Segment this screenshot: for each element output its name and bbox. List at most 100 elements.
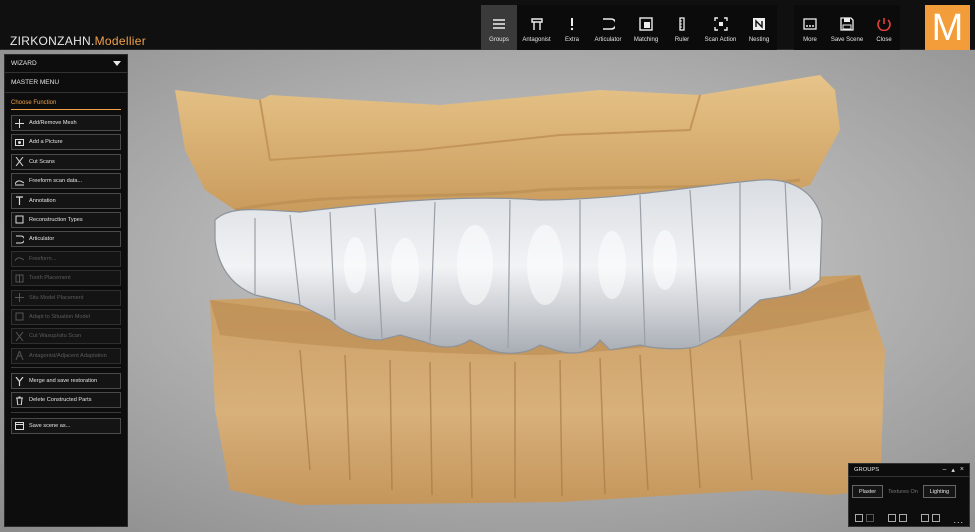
app-brand: ZIRKONZAHN.Modellier [10, 34, 146, 48]
close-icon[interactable]: × [960, 466, 964, 474]
tooth-icon [15, 215, 24, 224]
trash-icon [15, 396, 24, 405]
picture-icon [15, 138, 24, 147]
right-tool-group: More Save Scene Close [794, 5, 900, 50]
modellier-logo: M [925, 5, 970, 50]
top-toolbar: ZIRKONZAHN.Modellier Groups Antagonist E… [0, 0, 975, 50]
close-label: Close [876, 37, 892, 43]
lighting-button[interactable]: Lighting [922, 485, 957, 498]
button-label: Annotation [29, 197, 56, 204]
pin-up-icon[interactable]: ▴ [951, 466, 955, 474]
freeform-scan-data-button[interactable]: Freeform scan data... [11, 173, 121, 190]
separator [11, 411, 121, 413]
plaster-button[interactable]: Plaster [852, 485, 884, 498]
separator [11, 367, 121, 369]
power-icon [877, 17, 891, 31]
wizard-label: WIZARD [11, 60, 37, 67]
save-icon [840, 17, 854, 31]
save-scene-label: Save Scene [830, 37, 864, 43]
button-label: Articulator [29, 236, 55, 243]
button-label: Freeform scan data... [29, 178, 83, 185]
antagonist-adjacent-adaptation-button[interactable]: Antagonist/Adjacent Adaptation [11, 347, 121, 364]
more-options-button[interactable]: ... [953, 515, 964, 525]
button-label: Save scene as... [29, 422, 71, 429]
save-scene-as-button[interactable]: Save scene as... [11, 417, 121, 434]
textures-on-toggle[interactable]: Textures On [888, 489, 918, 495]
nesting-icon [752, 17, 766, 31]
extra-tool-button[interactable]: Extra [556, 5, 588, 50]
move-icon [15, 293, 24, 303]
close-tool-button[interactable]: Close [868, 5, 900, 50]
extra-label: Extra [564, 37, 579, 43]
adapt-to-situation-model-button[interactable]: Adapt to Situation Model [11, 308, 121, 325]
button-label: Delete Constructed Parts [29, 397, 92, 404]
button-label: Reconstruction Types [29, 216, 83, 223]
left-sidebar: WIZARD MASTER MENU Choose Function Add/R… [4, 54, 128, 527]
save-scene-tool-button[interactable]: Save Scene [826, 5, 868, 50]
ruler-tool-button[interactable]: Ruler [664, 5, 700, 50]
cut-scans-button[interactable]: Cut Scans [11, 153, 121, 170]
articulator-icon [601, 17, 615, 31]
menu-lines-icon [492, 17, 506, 31]
ruler-icon [675, 17, 689, 31]
matching-tool-button[interactable]: Matching [628, 5, 664, 50]
choose-function-heading: Choose Function [11, 100, 57, 106]
reconstruction-types-button[interactable]: Reconstruction Types [11, 211, 121, 228]
add-picture-button[interactable]: Add a Picture [11, 134, 121, 151]
freeform-icon [15, 254, 24, 263]
scissors-icon [15, 331, 24, 341]
merge-and-save-restoration-button[interactable]: Merge and save restoration [11, 373, 121, 390]
articulator-label: Articulator [594, 37, 622, 43]
function-button-list: Add/Remove Mesh Add a Picture Cut Scans … [5, 110, 127, 434]
group-square[interactable] [899, 514, 907, 522]
button-label: Tooth Placement [29, 275, 71, 282]
more-tool-button[interactable]: More [794, 5, 826, 50]
nesting-label: Nesting [748, 37, 770, 43]
scissors-icon [15, 157, 24, 167]
scan-action-icon [713, 17, 728, 31]
add-remove-mesh-button[interactable]: Add/Remove Mesh [11, 115, 121, 131]
group-square[interactable] [932, 514, 940, 522]
cut-waxup-situ-scan-button[interactable]: Cut Waxup/situ Scan [11, 328, 121, 345]
group-squares [855, 514, 940, 522]
exclamation-icon [565, 17, 579, 31]
articulator-icon [15, 235, 24, 244]
groups-tool-button[interactable]: Groups [481, 5, 517, 50]
delete-constructed-parts-button[interactable]: Delete Constructed Parts [11, 392, 121, 409]
tooth-placement-icon [15, 274, 24, 283]
button-label: Adapt to Situation Model [29, 313, 90, 320]
freeform-button[interactable]: Freeform... [11, 250, 121, 267]
button-label: Add/Remove Mesh [29, 120, 77, 126]
situ-model-placement-button[interactable]: Situ Model Placement [11, 289, 121, 306]
group-square[interactable] [888, 514, 896, 522]
groups-title: GROUPS [854, 467, 880, 473]
group-square[interactable] [855, 514, 863, 522]
button-label: Add a Picture [29, 139, 63, 146]
button-label: Cut Scans [29, 158, 55, 165]
panel-controls: – ▴ × [942, 466, 964, 474]
articulator-tool-button[interactable]: Articulator [588, 5, 628, 50]
dental-model-render[interactable] [0, 50, 975, 532]
groups-panel: GROUPS – ▴ × Plaster Textures On Lightin… [848, 463, 970, 527]
matching-label: Matching [633, 37, 659, 43]
group-square[interactable] [866, 514, 874, 522]
button-label: Merge and save restoration [29, 378, 98, 385]
scan-action-tool-button[interactable]: Scan Action [700, 5, 741, 50]
ruler-label: Ruler [674, 37, 690, 43]
plus-minus-icon [15, 118, 24, 128]
minimize-icon[interactable]: – [942, 466, 946, 474]
more-label: More [803, 37, 817, 43]
tooth-placement-button[interactable]: Tooth Placement [11, 270, 121, 287]
articulator-button[interactable]: Articulator [11, 231, 121, 248]
adapt-icon [15, 312, 24, 321]
pin-icon [15, 196, 24, 206]
brand-accent: Modellier [94, 34, 147, 48]
wizard-dropdown[interactable]: WIZARD [5, 55, 127, 73]
main-tool-group: Groups Antagonist Extra Articulator Matc… [481, 5, 777, 50]
group-square[interactable] [921, 514, 929, 522]
annotation-button[interactable]: Annotation [11, 192, 121, 209]
nesting-tool-button[interactable]: Nesting [741, 5, 777, 50]
3d-viewport[interactable] [0, 50, 975, 532]
antagonist-tool-button[interactable]: Antagonist [517, 5, 556, 50]
matching-icon [639, 17, 653, 31]
